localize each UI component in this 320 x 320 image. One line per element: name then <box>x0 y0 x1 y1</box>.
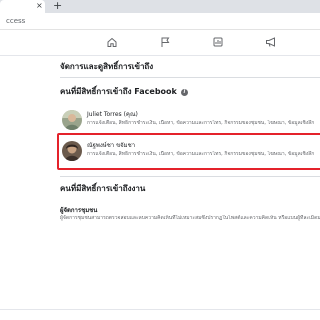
new-tab-icon[interactable]: + <box>53 0 62 12</box>
person-permissions: การแจ้งเตือน, สิทธิ์การชำระเงิน, เนื้อหา… <box>87 120 315 126</box>
bottom-divider <box>0 309 320 310</box>
task-role-title: ผู้จัดการชุมชน <box>60 207 98 214</box>
person-row-juliet[interactable]: Juliet Torres (คุณ) การแจ้งเตือน, สิทธิ์… <box>60 107 320 135</box>
browser-tab-strip: × + <box>0 0 320 13</box>
page-title: จัดการและดูสิทธิ์การเข้าถึง <box>60 62 154 71</box>
task-role-description: ผู้จัดการชุมชนสามารถตรวจสอบและลบความคิดเ… <box>60 215 320 221</box>
close-tab-icon[interactable]: × <box>36 1 43 11</box>
home-icon[interactable] <box>106 36 118 48</box>
flag-icon[interactable] <box>159 36 171 48</box>
facebook-access-section-label: คนที่มีสิทธิ์การเข้าถึง Facebook <box>60 87 177 96</box>
divider <box>60 176 320 177</box>
avatar <box>62 110 82 130</box>
address-bar-text: ccess <box>6 17 26 25</box>
divider <box>60 77 320 78</box>
task-access-section-title: คนที่มีสิทธิ์การเข้าถึงงาน <box>60 184 146 193</box>
megaphone-icon[interactable] <box>265 36 277 48</box>
info-icon[interactable]: i <box>180 89 188 96</box>
facebook-access-section-title: คนที่มีสิทธิ์การเข้าถึง Facebook i <box>60 86 188 97</box>
page-nav-bar <box>0 30 320 56</box>
highlight-box <box>57 133 320 170</box>
browser-tab[interactable]: × <box>0 0 45 13</box>
page-icon[interactable] <box>212 36 224 48</box>
address-bar[interactable]: ccess <box>0 13 320 30</box>
person-name: Juliet Torres (คุณ) <box>87 111 138 118</box>
